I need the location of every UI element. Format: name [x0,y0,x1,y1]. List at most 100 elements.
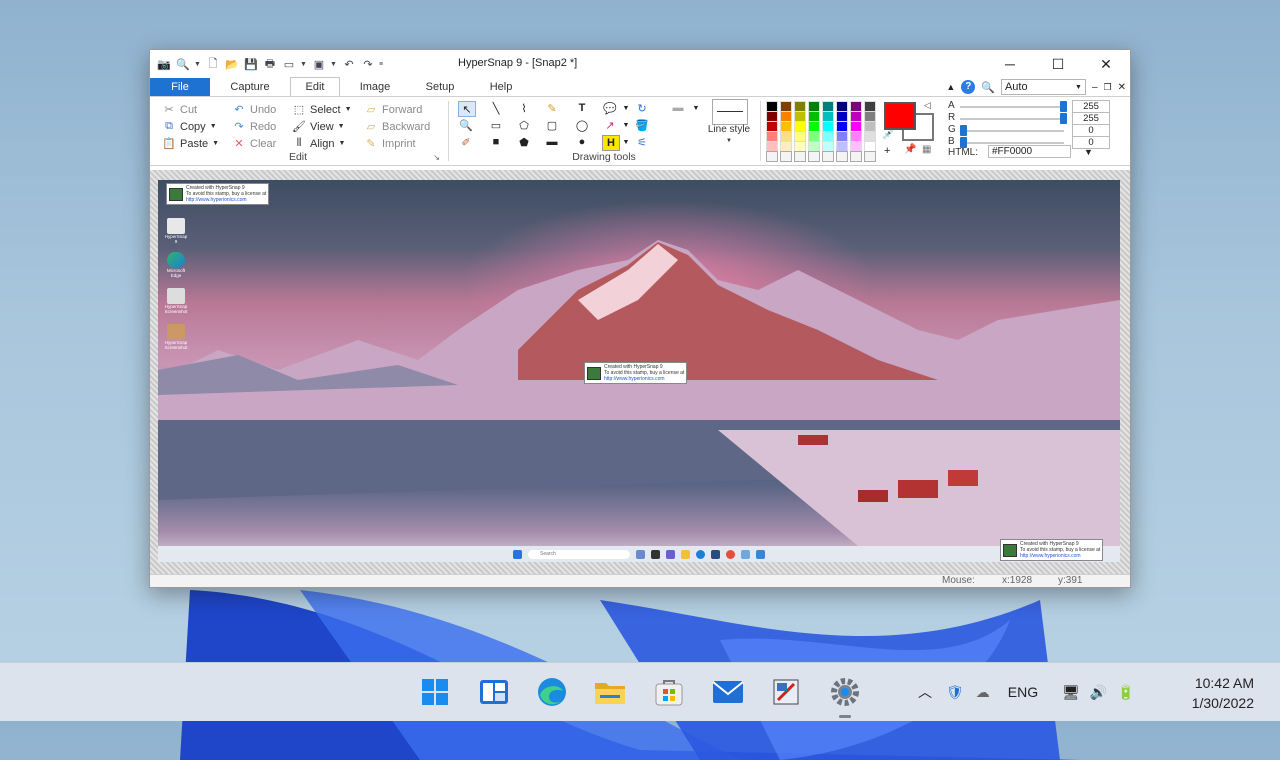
imprint-button[interactable]: ✎ Imprint [364,136,415,151]
image-canvas-area[interactable]: Created with HyperSnap 9 To avoid this st… [150,170,1130,575]
scanner-icon[interactable]: ▭ [281,57,297,71]
line-style-button[interactable]: Line style ▼ [706,125,752,146]
open-folder-icon[interactable]: 📂 [224,57,240,71]
close-button[interactable]: ✕ [1082,50,1130,78]
custom-color-slot[interactable] [808,151,820,162]
store-icon[interactable] [653,677,685,707]
select-button[interactable]: ⬚ Select ▼ [292,102,352,117]
minimize-button[interactable]: ─ [986,50,1034,78]
text-tool-icon[interactable]: T [574,101,590,115]
redo-icon[interactable]: ↷ [360,57,376,71]
html-color-input[interactable]: #FF0000 [988,145,1071,158]
rounded-rect-tool-icon[interactable]: ▢ [544,118,560,132]
polyline-tool-icon[interactable]: ⌇ [516,101,532,115]
filled-ellipse-icon[interactable]: ● [574,135,590,149]
save-icon[interactable]: 💾 [243,57,259,71]
mdi-restore-icon[interactable]: ❐ [1104,82,1112,93]
chevron-down-icon[interactable]: ▼ [688,101,704,115]
chevron-down-icon[interactable]: ▼ [618,135,634,149]
maximize-button[interactable]: ☐ [1034,50,1082,78]
chevron-down-icon[interactable]: ▼ [618,118,634,132]
custom-color-slot[interactable] [794,151,806,162]
edge-icon[interactable] [536,677,568,707]
onedrive-cloud-icon[interactable]: ☁ [976,684,990,701]
zoom-select[interactable]: Auto ▼ [1000,79,1086,95]
undo-button[interactable]: ↶ Undo [232,102,276,117]
help-icon[interactable]: ? [961,80,976,94]
custom-color-slot[interactable] [822,151,834,162]
chevron-down-icon[interactable]: ▼ [1084,147,1093,157]
captured-screenshot[interactable]: Created with HyperSnap 9 To avoid this st… [158,180,1120,562]
channel-slider-track[interactable] [960,142,1064,144]
view-button[interactable]: 🖌 View ▼ [292,119,345,134]
color-dialog-icon[interactable]: ▦ [922,144,931,155]
zoom-search-icon[interactable]: 🔍 [981,81,995,94]
battery-icon[interactable]: 🔋 [1117,684,1134,701]
capture-icon[interactable]: ▣ [311,57,327,71]
undo-icon[interactable]: ↶ [341,57,357,71]
custom-color-slot[interactable] [766,151,778,162]
align-button[interactable]: ⫴ Align ▼ [292,136,346,151]
channel-slider-track[interactable] [960,130,1064,132]
add-color-icon[interactable]: + [884,145,890,157]
new-file-icon[interactable]: 🗋 [205,57,221,71]
filled-rectangle-icon[interactable]: ■ [488,135,504,149]
customize-qat-icon[interactable]: ≡ [379,61,387,68]
pencil-tool-icon[interactable]: ✎ [544,101,560,115]
custom-color-slot[interactable] [850,151,862,162]
paste-button[interactable]: 📋 Paste ▼ [162,136,219,151]
custom-color-slot[interactable] [836,151,848,162]
custom-color-slot[interactable] [780,151,792,162]
swap-colors-icon[interactable]: ◁ [924,100,931,111]
dialog-launcher-icon[interactable]: ↘ [433,153,440,162]
hypersnap-icon[interactable] [770,677,802,707]
network-icon[interactable]: 🖥 [1062,684,1080,701]
collapse-ribbon-icon[interactable]: ▲ [946,82,955,92]
pin-icon[interactable]: 📌 [904,144,916,155]
chevron-down-icon[interactable]: ▼ [300,61,308,68]
backward-button[interactable]: ▱ Backward [364,119,431,134]
highlighter-tool-icon[interactable]: ✐ [458,135,474,149]
filled-rounded-rect-icon[interactable]: ▬ [544,135,560,149]
settings-icon[interactable] [829,677,861,707]
rotate-tool-icon[interactable]: ↻ [634,101,650,115]
magic-wand-icon[interactable]: ⚟ [634,135,650,149]
ellipse-tool-icon[interactable]: ◯ [574,118,590,132]
show-hidden-icons-icon[interactable]: ︿ [918,682,932,702]
volume-icon[interactable]: 🔊 [1090,684,1107,701]
mail-icon[interactable] [712,677,744,707]
forward-button[interactable]: ▱ Forward [364,102,423,117]
line-tool-icon[interactable]: ╲ [488,101,504,115]
line-style-preview[interactable] [712,99,748,125]
tab-edit[interactable]: Edit [290,77,340,96]
channel-slider-thumb[interactable] [1060,101,1067,112]
rectangle-tool-icon[interactable]: ▭ [488,118,504,132]
tab-file[interactable]: File [150,78,210,96]
defender-shield-icon[interactable]: 🛡 [946,684,964,701]
mdi-minimize-icon[interactable]: – [1092,82,1098,93]
arrow-tool-icon[interactable]: ↗ [602,118,618,132]
tab-help[interactable]: Help [470,78,532,96]
zoom-icon[interactable]: 🔍 [175,57,191,71]
current-color-swatch[interactable] [884,102,916,130]
filled-polygon-icon[interactable]: ⬟ [516,135,532,149]
copy-button[interactable]: ⧉ Copy ▼ [162,119,217,134]
stamp-tool-icon[interactable]: ▬ [670,101,686,115]
mdi-close-icon[interactable]: ✕ [1118,82,1126,93]
channel-slider-track[interactable] [960,106,1064,108]
channel-slider-thumb[interactable] [1060,113,1067,124]
cut-button[interactable]: ✂ Cut [162,102,197,117]
polygon-tool-icon[interactable]: ⬠ [516,118,532,132]
tab-capture[interactable]: Capture [210,78,290,96]
start-icon[interactable] [419,677,451,707]
callout-tool-icon[interactable]: 💬 [602,101,618,115]
tab-setup[interactable]: Setup [410,78,470,96]
widgets-icon[interactable] [478,677,510,707]
fill-tool-icon[interactable]: 🪣 [634,118,650,132]
chevron-down-icon[interactable]: ▼ [330,61,338,68]
zoom-tool-icon[interactable]: 🔍 [458,118,474,132]
clock[interactable]: 10:42 AM 1/30/2022 [1192,673,1254,713]
print-icon[interactable]: 🖶 [262,57,278,71]
pointer-tool-icon[interactable]: ↖ [458,101,476,117]
channel-slider-thumb[interactable] [960,125,967,136]
